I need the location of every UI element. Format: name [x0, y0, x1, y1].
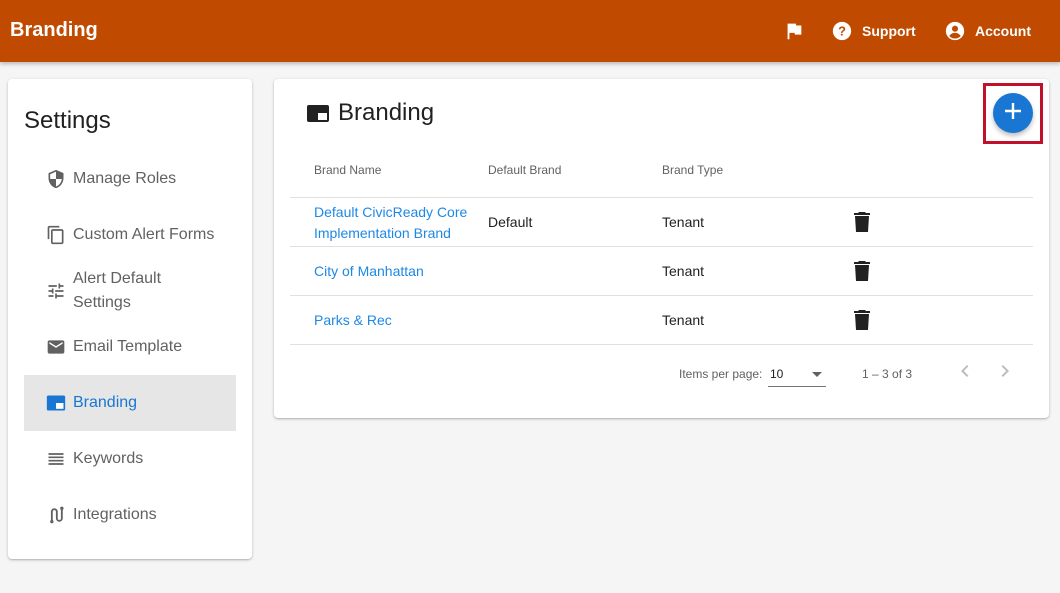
- branding-icon: [46, 393, 66, 413]
- sidebar-item-label: Custom Alert Forms: [73, 226, 215, 243]
- account-circle-icon: [944, 20, 966, 42]
- brand-name-link[interactable]: Default CivicReady Core Implementation B…: [314, 202, 479, 244]
- brand-type-cell: Tenant: [662, 263, 705, 279]
- brand-name-link[interactable]: Parks & Rec: [314, 310, 392, 331]
- table-header: Brand Name Default Brand Brand Type: [290, 149, 1033, 198]
- sidebar-item-integrations[interactable]: Integrations: [24, 487, 236, 543]
- sidebar-item-label: Integrations: [73, 506, 157, 523]
- sidebar-item-branding[interactable]: Branding: [24, 375, 236, 431]
- sidebar-item-label: Branding: [73, 394, 138, 411]
- branding-card: Branding Brand Name Default Brand Brand …: [274, 79, 1049, 418]
- flag-icon: [783, 20, 805, 42]
- page-size-select[interactable]: 10: [768, 365, 826, 387]
- sidebar-item-keywords[interactable]: Keywords: [24, 431, 236, 487]
- column-header-default-brand[interactable]: Default Brand: [488, 163, 561, 177]
- account-button[interactable]: Account: [944, 16, 1031, 46]
- app-title: Branding: [10, 19, 98, 41]
- list-icon: [46, 449, 66, 469]
- brand-type-cell: Tenant: [662, 312, 705, 328]
- tune-icon: [46, 281, 66, 301]
- delete-icon[interactable]: [854, 261, 870, 281]
- copy-icon: [46, 225, 66, 245]
- sidebar-item-custom-alert-forms[interactable]: Custom Alert Forms: [24, 207, 236, 263]
- page-range-label: 1 – 3 of 3: [862, 367, 913, 381]
- chevron-down-icon: [812, 372, 822, 377]
- previous-page-button[interactable]: [953, 361, 977, 385]
- integration-icon: [46, 505, 66, 525]
- card-header: Branding: [306, 99, 434, 127]
- svg-text:?: ?: [838, 24, 846, 39]
- next-page-button[interactable]: [993, 361, 1017, 385]
- email-icon: [46, 337, 66, 357]
- settings-sidebar: Settings Manage Roles Custom Alert Forms…: [8, 79, 252, 559]
- table-row: Parks & Rec Tenant: [290, 296, 1033, 345]
- brands-table: Brand Name Default Brand Brand Type Defa…: [290, 149, 1033, 345]
- sidebar-item-label: Alert Default Settings: [73, 270, 162, 311]
- chevron-right-icon: [993, 359, 1017, 388]
- shield-icon: [46, 169, 66, 189]
- default-brand-cell: Default: [488, 214, 533, 230]
- plus-icon: [1003, 101, 1023, 126]
- page-size-value: 10: [770, 367, 784, 381]
- top-app-bar: Branding ? Support Account: [0, 0, 1060, 62]
- chevron-left-icon: [953, 359, 977, 388]
- sidebar-title: Settings: [24, 107, 111, 134]
- sidebar-item-email-template[interactable]: Email Template: [24, 319, 236, 375]
- column-header-brand-type[interactable]: Brand Type: [662, 163, 723, 177]
- table-row: City of Manhattan Tenant: [290, 247, 1033, 296]
- sidebar-item-manage-roles[interactable]: Manage Roles: [24, 151, 236, 207]
- support-label: Support: [862, 23, 916, 39]
- sidebar-item-label: Manage Roles: [73, 170, 177, 187]
- sidebar-item-alert-default-settings[interactable]: Alert Default Settings: [24, 263, 236, 319]
- sidebar-item-label: Keywords: [73, 450, 144, 467]
- delete-icon[interactable]: [854, 310, 870, 330]
- delete-icon[interactable]: [854, 212, 870, 232]
- account-label: Account: [975, 23, 1031, 39]
- flag-button[interactable]: [783, 16, 805, 46]
- column-header-brand-name[interactable]: Brand Name: [314, 163, 381, 177]
- add-brand-button[interactable]: [993, 93, 1033, 133]
- page-title: Branding: [338, 99, 435, 126]
- sidebar-item-label: Email Template: [73, 338, 183, 355]
- help-icon: ?: [831, 20, 853, 42]
- branding-icon: [306, 101, 330, 125]
- paginator: Items per page: 10 1 – 3 of 3: [274, 347, 1049, 403]
- brand-name-link[interactable]: City of Manhattan: [314, 261, 424, 282]
- support-button[interactable]: ? Support: [831, 16, 916, 46]
- brand-type-cell: Tenant: [662, 214, 705, 230]
- items-per-page-label: Items per page:: [679, 367, 763, 381]
- table-row: Default CivicReady Core Implementation B…: [290, 198, 1033, 247]
